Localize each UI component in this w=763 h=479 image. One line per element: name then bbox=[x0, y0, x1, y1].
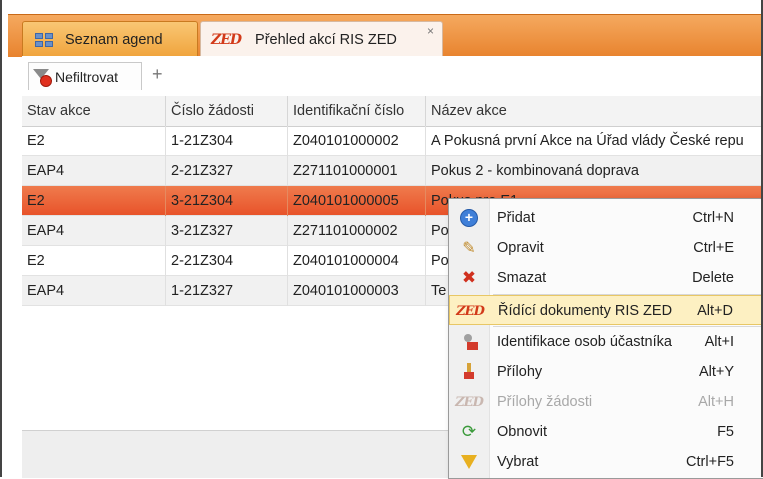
refresh-icon: ⟳ bbox=[461, 422, 477, 441]
zed-logo-icon: ZED bbox=[211, 31, 242, 48]
table-row[interactable]: EAP4 2-21Z327 Z271101000001 Pokus 2 - ko… bbox=[22, 156, 763, 186]
cell-identifikacni-cislo: Z040101000004 bbox=[288, 246, 426, 276]
delete-icon: ✖ bbox=[461, 268, 477, 287]
cell-identifikacni-cislo: Z040101000003 bbox=[288, 276, 426, 306]
menu-item-label: Přílohy bbox=[497, 364, 543, 380]
cell-identifikacni-cislo: Z040101000002 bbox=[288, 126, 426, 156]
attachment-icon bbox=[462, 363, 476, 381]
cell-identifikacni-cislo: Z040101000005 bbox=[288, 186, 426, 216]
person-card-icon bbox=[460, 333, 478, 351]
funnel-icon bbox=[461, 455, 477, 469]
menu-item-shortcut: Alt+H bbox=[698, 394, 734, 410]
cell-identifikacni-cislo: Z271101000001 bbox=[288, 156, 426, 186]
zed-logo-icon: ZED bbox=[456, 303, 485, 319]
menu-item-label: Přílohy žádosti bbox=[497, 394, 593, 410]
menu-item-obnovit[interactable]: ⟳ Obnovit F5 bbox=[449, 417, 763, 447]
cell-stav-akce: E2 bbox=[22, 246, 166, 276]
tab-label: Seznam agend bbox=[65, 31, 163, 48]
remove-filter-icon bbox=[33, 68, 52, 87]
menu-item-label: Opravit bbox=[497, 240, 544, 256]
menu-item-shortcut: Alt+D bbox=[697, 303, 733, 319]
menu-item-shortcut: Alt+Y bbox=[698, 364, 734, 380]
menu-item-label: Identifikace osob účastníka bbox=[497, 334, 672, 350]
cell-cislo-zadosti: 1-21Z327 bbox=[166, 276, 288, 306]
column-header-stav-akce[interactable]: Stav akce bbox=[22, 96, 166, 126]
menu-item-label: Řídící dokumenty RIS ZED bbox=[498, 303, 673, 319]
no-filter-button[interactable]: Nefiltrovat bbox=[28, 62, 142, 90]
add-filter-tab-icon[interactable]: + bbox=[152, 64, 163, 85]
context-menu: + Přidat Ctrl+N ✎ Opravit Ctrl+E ✖ Smaza… bbox=[448, 198, 763, 479]
no-filter-label: Nefiltrovat bbox=[55, 68, 119, 85]
menu-item-label: Vybrat bbox=[497, 454, 539, 470]
cell-cislo-zadosti: 2-21Z304 bbox=[166, 246, 288, 276]
cell-nazev-akce: Pokus 2 - kombinovaná doprava bbox=[431, 163, 639, 179]
cell-stav-akce: EAP4 bbox=[22, 156, 166, 186]
menu-item-shortcut: Ctrl+F5 bbox=[686, 454, 734, 470]
menu-item-shortcut: Alt+I bbox=[704, 334, 734, 350]
column-header-identifikacni-cislo[interactable]: Identifikační číslo bbox=[288, 96, 426, 126]
cell-cislo-zadosti: 2-21Z327 bbox=[166, 156, 288, 186]
tab-label: Přehled akcí RIS ZED bbox=[255, 31, 397, 48]
edit-icon: ✎ bbox=[462, 240, 476, 257]
cell-cislo-zadosti: 3-21Z327 bbox=[166, 216, 288, 246]
grid-header: Stav akce Číslo žádosti Identifikační čí… bbox=[22, 96, 763, 127]
table-row[interactable]: E2 1-21Z304 Z040101000002 A Pokusná prvn… bbox=[22, 126, 763, 156]
cell-stav-akce: E2 bbox=[22, 126, 166, 156]
tab-seznam-agend[interactable]: Seznam agend bbox=[22, 21, 198, 57]
window-border-left bbox=[0, 0, 2, 477]
menu-item-prilohy[interactable]: Přílohy Alt+Y bbox=[449, 357, 763, 387]
menu-item-label: Přidat bbox=[497, 210, 535, 226]
menu-item-pridat[interactable]: + Přidat Ctrl+N bbox=[449, 203, 763, 233]
menu-item-ridici-dokumenty[interactable]: ZED Řídící dokumenty RIS ZED Alt+D bbox=[449, 295, 763, 325]
document-tab-bar: Seznam agend ZED Přehled akcí RIS ZED × bbox=[8, 14, 763, 57]
zed-logo-icon: ZED bbox=[455, 394, 484, 410]
cell-cislo-zadosti: 3-21Z304 bbox=[166, 186, 288, 216]
menu-item-identifikace-osob[interactable]: Identifikace osob účastníka Alt+I bbox=[449, 327, 763, 357]
column-header-nazev-akce[interactable]: Název akce bbox=[426, 96, 763, 126]
cell-cislo-zadosti: 1-21Z304 bbox=[166, 126, 288, 156]
cell-stav-akce: E2 bbox=[22, 186, 166, 216]
menu-item-label: Smazat bbox=[497, 270, 547, 286]
menu-item-prilohy-zadosti[interactable]: ZED Přílohy žádosti Alt+H bbox=[449, 387, 763, 417]
close-tab-icon[interactable]: × bbox=[427, 24, 434, 38]
grid-icon bbox=[35, 32, 53, 47]
cell-identifikacni-cislo: Z271101000002 bbox=[288, 216, 426, 246]
menu-item-shortcut: Ctrl+E bbox=[693, 240, 734, 256]
add-icon: + bbox=[460, 209, 478, 227]
menu-item-opravit[interactable]: ✎ Opravit Ctrl+E bbox=[449, 233, 763, 263]
menu-item-shortcut: Ctrl+N bbox=[692, 210, 735, 226]
cell-nazev-akce: A Pokusná první Akce na Úřad vlády České… bbox=[431, 133, 744, 149]
tab-prehled-akci[interactable]: ZED Přehled akcí RIS ZED × bbox=[200, 21, 443, 57]
cell-stav-akce: EAP4 bbox=[22, 276, 166, 306]
menu-item-smazat[interactable]: ✖ Smazat Delete bbox=[449, 263, 763, 293]
menu-item-shortcut: Delete bbox=[692, 270, 734, 286]
menu-item-shortcut: F5 bbox=[717, 424, 734, 440]
menu-item-label: Obnovit bbox=[497, 424, 547, 440]
cell-stav-akce: EAP4 bbox=[22, 216, 166, 246]
column-header-cislo-zadosti[interactable]: Číslo žádosti bbox=[166, 96, 288, 126]
filter-toolbar: Nefiltrovat + bbox=[22, 56, 763, 95]
menu-item-vybrat[interactable]: Vybrat Ctrl+F5 bbox=[449, 447, 763, 477]
